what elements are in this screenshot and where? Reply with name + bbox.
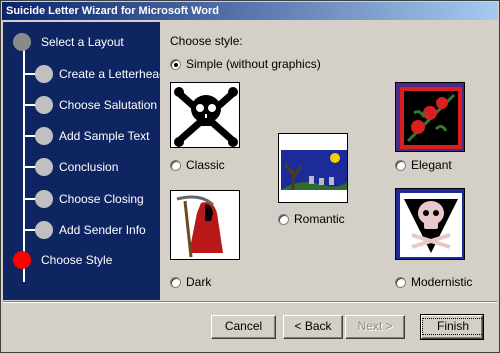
- romantic-graveyard-thumbnail[interactable]: [278, 133, 348, 203]
- classic-style-label[interactable]: Classic: [186, 158, 225, 172]
- classic-skull-crossbones-thumbnail[interactable]: [170, 82, 240, 148]
- steps-track-line: [23, 42, 25, 282]
- step-label: Add Sender Info: [59, 223, 146, 237]
- style-panel: Choose style: Simple (without graphics) …: [160, 22, 499, 300]
- step-label: Choose Closing: [59, 192, 144, 206]
- step-pending-dot-icon: [35, 190, 53, 208]
- step-pending-dot-icon: [35, 127, 53, 145]
- step-label: Select a Layout: [41, 35, 124, 49]
- modernistic-style-radio[interactable]: [395, 277, 406, 288]
- step-label: Choose Style: [41, 253, 113, 267]
- wizard-window: Suicide Letter Wizard for Microsoft Word…: [0, 0, 500, 353]
- step-label: Add Sample Text: [59, 129, 150, 143]
- graveyard-moon-icon: [279, 134, 347, 202]
- dark-style-label[interactable]: Dark: [186, 275, 211, 289]
- modernistic-skull-thumbnail[interactable]: [395, 188, 465, 260]
- elegant-style-radio[interactable]: [395, 160, 406, 171]
- grim-reaper-icon: [171, 191, 239, 259]
- cancel-button[interactable]: Cancel: [211, 315, 276, 339]
- step-label: Conclusion: [59, 160, 119, 174]
- step-pending-dot-icon: [35, 221, 53, 239]
- steps-sidebar: Select a Layout Create a Letterhead Choo…: [3, 22, 166, 300]
- title-bar: Suicide Letter Wizard for Microsoft Word: [2, 2, 498, 20]
- step-pending-dot-icon: [35, 96, 53, 114]
- next-button[interactable]: Next >: [345, 315, 405, 339]
- dark-style-radio[interactable]: [170, 277, 181, 288]
- choose-style-heading: Choose style:: [170, 34, 243, 48]
- step-pending-dot-icon: [35, 65, 53, 83]
- modern-skull-icon: [396, 189, 464, 259]
- step-label: Create a Letterhead: [59, 67, 166, 81]
- button-separator: [3, 301, 497, 303]
- classic-style-radio[interactable]: [170, 160, 181, 171]
- step-pending-dot-icon: [35, 158, 53, 176]
- finish-button[interactable]: Finish: [420, 314, 485, 340]
- window-title: Suicide Letter Wizard for Microsoft Word: [6, 5, 219, 17]
- romantic-style-label[interactable]: Romantic: [294, 212, 345, 226]
- elegant-rose-stamp-thumbnail[interactable]: [395, 82, 465, 152]
- simple-style-label[interactable]: Simple (without graphics): [186, 57, 321, 71]
- simple-style-radio[interactable]: [170, 59, 181, 70]
- back-button[interactable]: < Back: [283, 315, 343, 339]
- skull-crossbones-icon: [174, 87, 238, 147]
- step-label: Choose Salutation: [59, 98, 158, 112]
- dark-reaper-thumbnail[interactable]: [170, 190, 240, 260]
- romantic-style-radio[interactable]: [278, 214, 289, 225]
- rose-stamp-icon: [396, 83, 464, 151]
- step-current-dot-icon: [13, 251, 31, 269]
- step-done-dot-icon: [13, 33, 31, 51]
- finish-button-label: Finish: [422, 318, 485, 335]
- modernistic-style-label[interactable]: Modernistic: [411, 275, 472, 289]
- elegant-style-label[interactable]: Elegant: [411, 158, 452, 172]
